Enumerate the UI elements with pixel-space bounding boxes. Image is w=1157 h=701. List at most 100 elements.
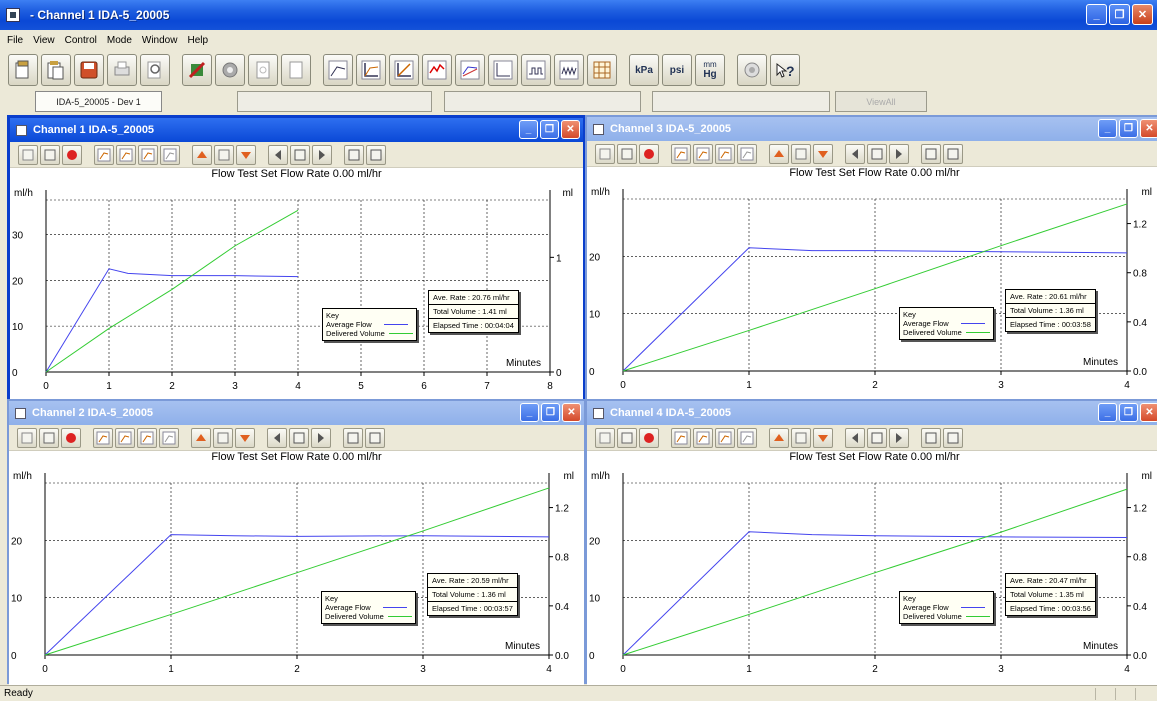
down-arrow-button[interactable] [813,143,833,164]
channel-restore-button[interactable]: ❐ [1119,403,1138,422]
keypad-button[interactable] [595,427,615,448]
channel-close-button[interactable]: ✕ [561,120,580,139]
chart-d-button[interactable] [160,144,180,165]
chart-a-button[interactable] [94,144,114,165]
chart-mode-5-button[interactable] [455,54,485,86]
chart-a-button[interactable] [93,427,113,448]
unit-mmhg-button[interactable]: mm Hg [695,54,725,86]
right-arrow-button[interactable] [889,143,909,164]
zoom-out-button[interactable] [365,427,385,448]
stop-square-button[interactable] [617,143,637,164]
chart-b-button[interactable] [115,427,135,448]
device-tab-4[interactable] [652,91,830,112]
fit-button[interactable] [214,144,234,165]
menu-view[interactable]: View [28,35,60,46]
keypad-button[interactable] [17,427,37,448]
left-arrow-button[interactable] [268,144,288,165]
down-arrow-button[interactable] [236,144,256,165]
keypad-button[interactable] [595,143,615,164]
up-arrow-button[interactable] [191,427,211,448]
menu-help[interactable]: Help [182,35,213,46]
open-button[interactable] [8,54,38,86]
chart-d-button[interactable] [737,427,757,448]
record-button[interactable] [62,144,82,165]
minimize-button[interactable]: _ [1086,4,1107,25]
stop-square-button[interactable] [40,144,60,165]
channel-window[interactable]: Channel 4 IDA-5_20005 _ ❐ ✕ Flow Test Set Fl… [585,399,1157,686]
channel-minimize-button[interactable]: _ [520,403,539,422]
center-button[interactable] [867,143,887,164]
chart-c-button[interactable] [715,143,735,164]
chart-c-button[interactable] [715,427,735,448]
chart-b-button[interactable] [693,427,713,448]
channel-window[interactable]: Channel 2 IDA-5_20005 _ ❐ ✕ Flow Test Set Fl… [7,399,586,686]
device-tab-1[interactable]: IDA-5_20005 - Dev 1 [35,91,162,112]
chart-mode-4-button[interactable] [422,54,452,86]
channel-close-button[interactable]: ✕ [1140,119,1157,138]
zoom-in-button[interactable] [921,427,941,448]
right-arrow-button[interactable] [311,427,331,448]
chart-d-button[interactable] [737,143,757,164]
right-arrow-button[interactable] [889,427,909,448]
menu-window[interactable]: Window [137,35,183,46]
chart-mode-6-button[interactable] [488,54,518,86]
down-arrow-button[interactable] [235,427,255,448]
fit-button[interactable] [213,427,233,448]
zoom-in-button[interactable] [343,427,363,448]
keypad-button[interactable] [18,144,38,165]
chart-c-button[interactable] [138,144,158,165]
fit-button[interactable] [791,427,811,448]
down-arrow-button[interactable] [813,427,833,448]
record-button[interactable] [639,427,659,448]
channel-minimize-button[interactable]: _ [1098,403,1117,422]
disconnect-button[interactable] [182,54,212,86]
record-button[interactable] [639,143,659,164]
print-preview-button[interactable] [140,54,170,86]
grid-button[interactable] [587,54,617,86]
close-button[interactable]: ✕ [1132,4,1153,25]
channel-title-bar[interactable]: Channel 1 IDA-5_20005 _ ❐ ✕ [10,118,583,142]
main-title-bar[interactable]: - Channel 1 IDA-5_20005 _ ❐ ✕ [0,0,1157,30]
channel-title-bar[interactable]: Channel 3 IDA-5_20005 _ ❐ ✕ [587,117,1157,141]
channel-minimize-button[interactable]: _ [519,120,538,139]
up-arrow-button[interactable] [192,144,212,165]
zoom-out-button[interactable] [943,427,963,448]
record-button[interactable] [61,427,81,448]
document-button[interactable] [248,54,278,86]
channel-close-button[interactable]: ✕ [562,403,581,422]
channel-title-bar[interactable]: Channel 2 IDA-5_20005 _ ❐ ✕ [9,401,584,425]
chart-d-button[interactable] [159,427,179,448]
center-button[interactable] [289,427,309,448]
stop-square-button[interactable] [617,427,637,448]
save-button[interactable] [74,54,104,86]
zoom-in-button[interactable] [921,143,941,164]
center-button[interactable] [290,144,310,165]
device-tab-2[interactable] [237,91,432,112]
view-all-button[interactable]: ViewAll [835,91,927,112]
channel-restore-button[interactable]: ❐ [1119,119,1138,138]
channel-window[interactable]: Channel 3 IDA-5_20005 _ ❐ ✕ Flow Test Set Fl… [585,115,1157,402]
settings-button[interactable] [215,54,245,86]
menu-control[interactable]: Control [60,35,102,46]
paste-button[interactable] [41,54,71,86]
help-button[interactable]: ? [770,54,800,86]
channel-restore-button[interactable]: ❐ [540,120,559,139]
menu-mode[interactable]: Mode [102,35,137,46]
right-arrow-button[interactable] [312,144,332,165]
left-arrow-button[interactable] [845,427,865,448]
chart-mode-8-button[interactable] [554,54,584,86]
chart-b-button[interactable] [116,144,136,165]
channel-title-bar[interactable]: Channel 4 IDA-5_20005 _ ❐ ✕ [587,401,1157,425]
left-arrow-button[interactable] [845,143,865,164]
app-icon[interactable] [6,8,20,22]
zoom-out-button[interactable] [366,144,386,165]
chart-a-button[interactable] [671,427,691,448]
channel-restore-button[interactable]: ❐ [541,403,560,422]
unit-kpa-button[interactable]: kPa [629,54,659,86]
target-button[interactable] [737,54,767,86]
chart-mode-1-button[interactable] [323,54,353,86]
stop-square-button[interactable] [39,427,59,448]
print-button[interactable] [107,54,137,86]
chart-mode-2-button[interactable] [356,54,386,86]
channel-window[interactable]: Channel 1 IDA-5_20005 _ ❐ ✕ Flow Test Set Fl… [7,115,586,403]
